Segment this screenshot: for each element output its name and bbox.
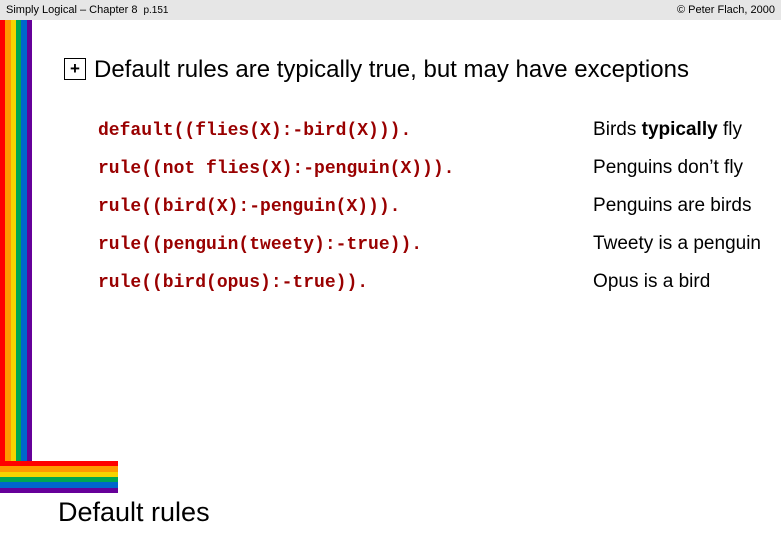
rule-code: rule((penguin(tweety):-true)). bbox=[98, 235, 563, 255]
bullet-heading-row: + Default rules are typically true, but … bbox=[64, 55, 761, 85]
desc-pre: Tweety is a penguin bbox=[593, 233, 761, 254]
slide-title: Default rules bbox=[58, 497, 210, 528]
header-page: p.151 bbox=[143, 5, 168, 16]
rule-code: rule((not flies(X):-penguin(X))). bbox=[98, 159, 563, 179]
rule-desc: Birds typically fly bbox=[593, 119, 761, 141]
rainbow-stripes-horizontal bbox=[0, 461, 118, 493]
desc-pre: Penguins don’t fly bbox=[593, 157, 743, 178]
header-bar: Simply Logical – Chapter 8 p.151 © Peter… bbox=[0, 0, 781, 20]
desc-pre: Penguins are birds bbox=[593, 195, 751, 216]
rainbow-stripes-vertical bbox=[0, 20, 32, 461]
rule-code: rule((bird(opus):-true)). bbox=[98, 273, 563, 293]
rules-grid: default((flies(X):-bird(X))). Birds typi… bbox=[98, 119, 761, 293]
hstripe-purple bbox=[0, 488, 118, 493]
desc-bold: typically bbox=[642, 119, 718, 140]
rule-desc: Penguins are birds bbox=[593, 195, 761, 217]
rule-code: default((flies(X):-bird(X))). bbox=[98, 121, 563, 141]
content-area: + Default rules are typically true, but … bbox=[64, 55, 761, 293]
desc-pre: Birds bbox=[593, 119, 642, 140]
rule-desc: Penguins don’t fly bbox=[593, 157, 761, 179]
stripe-purple bbox=[27, 20, 32, 461]
rule-desc: Tweety is a penguin bbox=[593, 233, 761, 255]
header-right: © Peter Flach, 2000 bbox=[677, 4, 775, 16]
heading-text: Default rules are typically true, but ma… bbox=[94, 55, 689, 85]
desc-pre: Opus is a bird bbox=[593, 271, 710, 292]
rule-code: rule((bird(X):-penguin(X))). bbox=[98, 197, 563, 217]
bullet-icon: + bbox=[64, 58, 86, 80]
header-left: Simply Logical – Chapter 8 bbox=[6, 4, 137, 16]
rule-desc: Opus is a bird bbox=[593, 271, 761, 293]
desc-post: fly bbox=[718, 119, 742, 140]
